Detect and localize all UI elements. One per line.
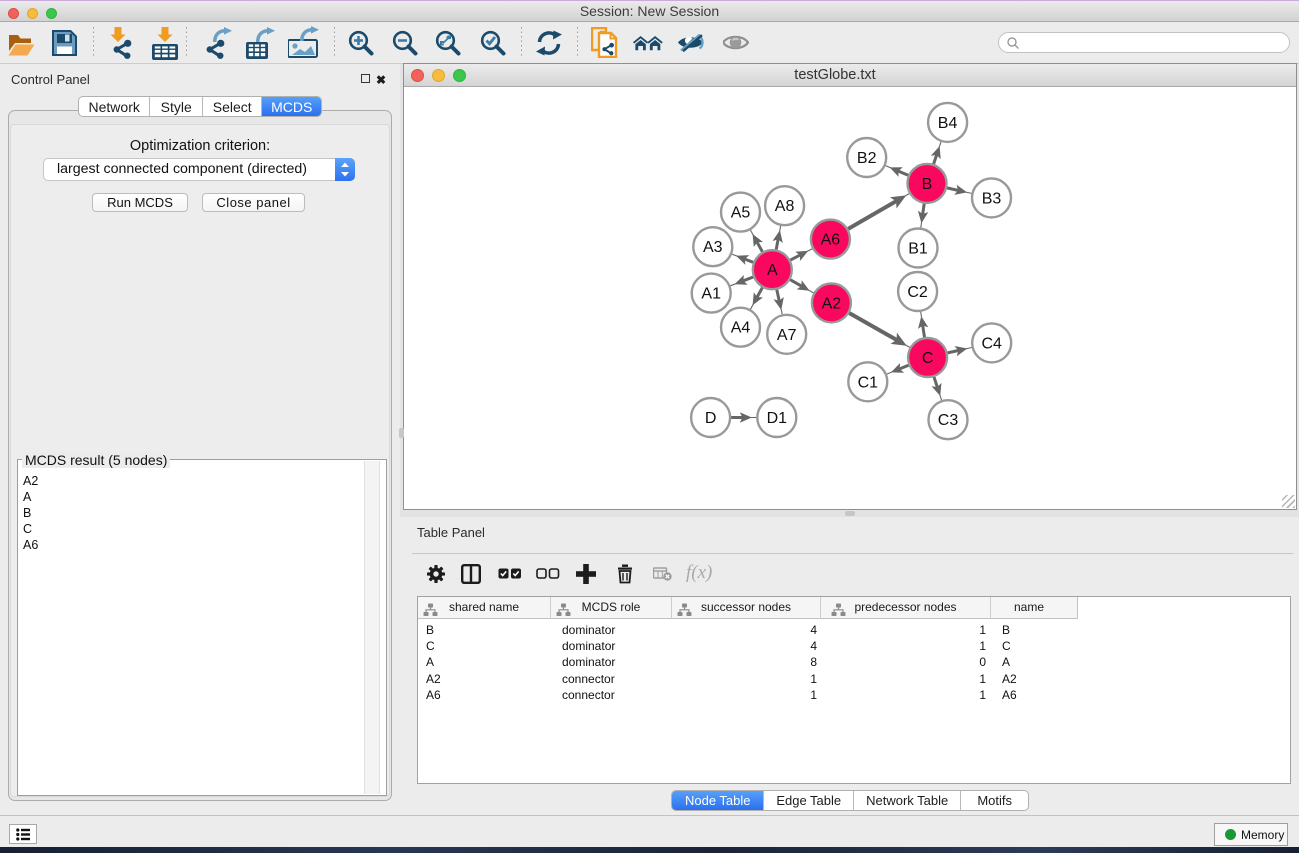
svg-text:B3: B3 [982, 190, 1002, 207]
svg-text:A3: A3 [703, 239, 723, 256]
svg-text:A8: A8 [775, 198, 795, 215]
svg-text:D: D [705, 410, 717, 427]
svg-text:A4: A4 [731, 320, 751, 337]
svg-text:C3: C3 [938, 412, 959, 429]
svg-text:C2: C2 [907, 284, 928, 301]
svg-text:C1: C1 [858, 374, 879, 391]
svg-text:D1: D1 [767, 410, 788, 427]
svg-text:A7: A7 [777, 327, 797, 344]
svg-text:C4: C4 [981, 335, 1002, 352]
svg-text:A6: A6 [821, 232, 841, 249]
svg-text:A: A [767, 262, 778, 279]
svg-text:B1: B1 [908, 241, 928, 258]
svg-text:B4: B4 [938, 115, 958, 132]
svg-text:A1: A1 [701, 286, 721, 303]
svg-text:A5: A5 [731, 205, 751, 222]
svg-text:C: C [922, 350, 934, 367]
svg-text:B2: B2 [857, 150, 877, 167]
svg-text:A2: A2 [822, 295, 842, 312]
svg-text:B: B [922, 176, 933, 193]
